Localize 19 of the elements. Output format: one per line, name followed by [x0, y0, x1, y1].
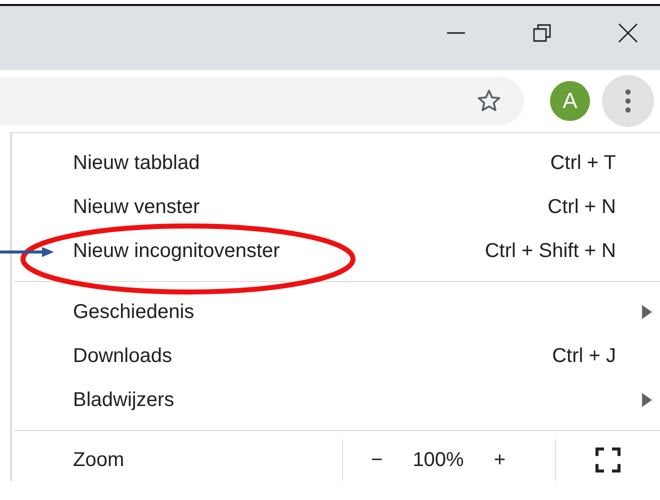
menu-item[interactable]: Downloads Ctrl + J: [12, 334, 660, 378]
zoom-out-button[interactable]: −: [367, 448, 387, 472]
submenu-arrow-icon: [642, 305, 652, 319]
submenu-arrow-icon: [642, 393, 652, 407]
pointer-arrow: [0, 246, 54, 258]
menu-item[interactable]: Bladwijzers: [12, 378, 660, 422]
menu-item[interactable]: Nieuw incognitovenster Ctrl + Shift + N: [12, 229, 660, 273]
menu-item[interactable]: Geschiedenis: [12, 290, 660, 334]
menu-item[interactable]: Nieuw tabblad Ctrl + T: [12, 141, 660, 185]
zoom-value: 100%: [412, 448, 464, 472]
close-icon[interactable]: [618, 23, 638, 43]
menu-button[interactable]: [602, 75, 654, 127]
restore-icon[interactable]: [532, 23, 552, 43]
menu-icon: [625, 89, 631, 113]
menu-item[interactable]: Nieuw venster Ctrl + N: [12, 185, 660, 229]
star-icon[interactable]: [476, 88, 502, 114]
zoom-in-button[interactable]: +: [490, 448, 510, 472]
zoom-label: Zoom: [72, 448, 126, 472]
fullscreen-icon[interactable]: [595, 447, 621, 473]
